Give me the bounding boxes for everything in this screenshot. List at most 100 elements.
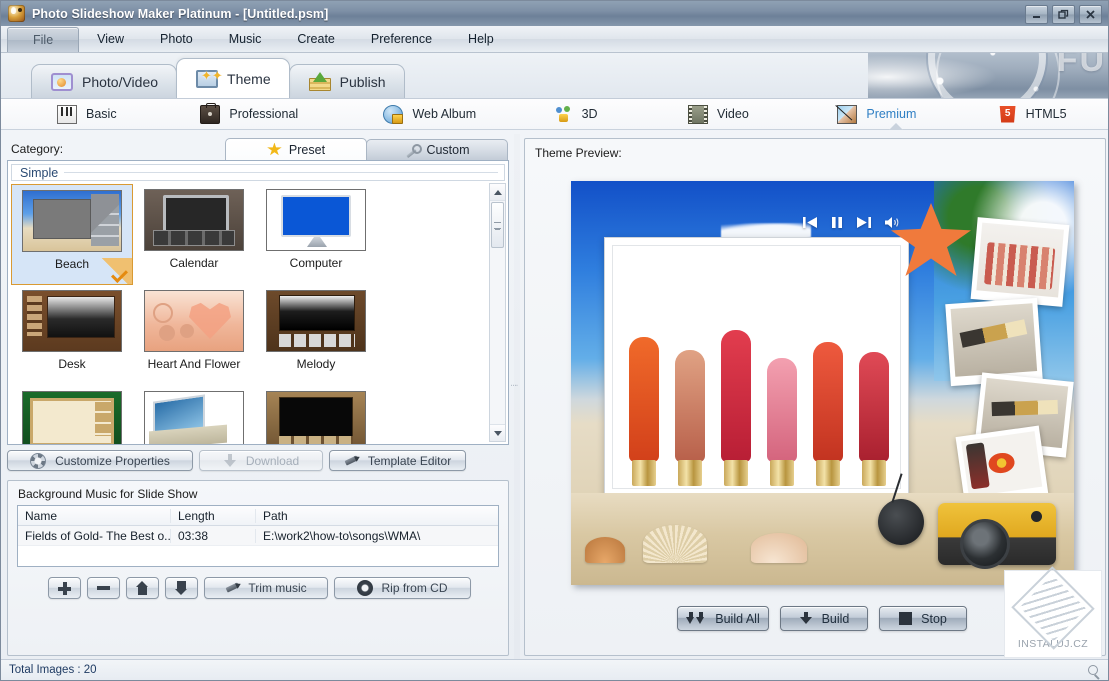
theme-thumbnail <box>266 391 366 445</box>
subtab-basic[interactable]: Basic <box>47 99 162 129</box>
chevron-up-icon <box>494 190 502 195</box>
left-panel: Category: Preset Custom Simple <box>1 134 514 660</box>
category-tab-preset[interactable]: Preset <box>225 138 367 160</box>
template-editor-label: Template Editor <box>368 454 451 468</box>
double-down-arrow-icon <box>686 612 706 626</box>
photo-video-icon <box>50 71 74 93</box>
menu-item-music[interactable]: Music <box>211 26 280 52</box>
theme-group-header[interactable]: Simple <box>11 164 505 181</box>
theme-item-heart-and-flower[interactable]: Heart And Flower <box>133 285 255 386</box>
theme-item-calendar[interactable]: Calendar <box>133 184 255 285</box>
remove-music-button[interactable] <box>87 577 120 599</box>
customize-properties-label: Customize Properties <box>55 454 170 468</box>
theme-item-desk[interactable]: Desk <box>11 285 133 386</box>
theme-thumbnail <box>22 391 122 445</box>
category-tab-custom-label: Custom <box>426 143 469 157</box>
lipstick-3 <box>721 330 751 462</box>
music-table[interactable]: Name Length Path Fields of Gold- The Bes… <box>17 505 499 567</box>
lipstick-tube <box>862 460 886 486</box>
build-all-button[interactable]: Build All <box>677 606 769 631</box>
theme-item-8[interactable] <box>133 386 255 445</box>
move-up-button[interactable] <box>126 577 159 599</box>
customize-properties-button[interactable]: Customize Properties <box>7 450 193 471</box>
scroll-down-button[interactable] <box>490 424 505 441</box>
restore-icon[interactable] <box>1052 5 1075 24</box>
zoom-icon[interactable] <box>1088 665 1100 677</box>
theme-thumbnail <box>266 189 366 251</box>
subtab-basic-label: Basic <box>86 107 117 121</box>
subtab-premium[interactable]: Premium <box>827 99 964 129</box>
theme-item-empty <box>377 184 499 285</box>
menu-item-create[interactable]: Create <box>279 26 353 52</box>
video-icon <box>688 105 708 124</box>
preview-stage[interactable]: cosmetic 009 <box>571 181 1074 585</box>
plus-icon <box>58 582 71 595</box>
menu-item-photo[interactable]: Photo <box>142 26 211 52</box>
theme-thumbnail <box>144 391 244 445</box>
music-action-buttons: Trim music Rip from CD <box>48 577 471 599</box>
trim-music-label: Trim music <box>248 581 306 595</box>
category-tab-custom[interactable]: Custom <box>366 139 508 160</box>
pencil-icon <box>225 581 240 595</box>
lens-cap-decoration <box>878 499 924 545</box>
menu-item-preference[interactable]: Preference <box>353 26 450 52</box>
volume-icon[interactable] <box>884 216 900 229</box>
tab-photo-video[interactable]: Photo/Video <box>31 64 177 98</box>
rip-from-cd-button[interactable]: Rip from CD <box>334 577 471 599</box>
theme-group-label: Simple <box>20 166 58 180</box>
minimize-icon[interactable] <box>1025 5 1048 24</box>
music-table-header: Name Length Path <box>18 506 498 526</box>
lipstick-tube <box>816 460 840 486</box>
theme-item-label: Beach <box>55 258 89 270</box>
subtab-3d[interactable]: 3D <box>545 99 654 129</box>
theme-item-label: Heart And Flower <box>148 358 241 370</box>
template-editor-button[interactable]: Template Editor <box>329 450 466 471</box>
tab-theme-label: Theme <box>227 71 271 87</box>
player-controls <box>803 216 900 229</box>
background-music-panel: Background Music for Slide Show Name Len… <box>7 480 509 656</box>
menu-item-help[interactable]: Help <box>450 26 512 52</box>
tab-photo-video-label: Photo/Video <box>82 74 158 90</box>
theme-thumbnail <box>266 290 366 352</box>
category-tab-preset-label: Preset <box>289 143 325 157</box>
table-row[interactable]: Fields of Gold- The Best o... 03:38 E:\w… <box>18 526 498 546</box>
theme-item-melody[interactable]: Melody <box>255 285 377 386</box>
tab-publish[interactable]: Publish <box>289 64 405 98</box>
subtab-video[interactable]: Video <box>678 99 805 129</box>
close-icon[interactable] <box>1079 5 1102 24</box>
scrollbar-thumb[interactable] <box>491 202 504 248</box>
download-button[interactable]: Download <box>199 450 323 471</box>
publish-icon <box>308 71 332 93</box>
scroll-up-button[interactable] <box>490 184 505 201</box>
theme-list-panel: Simple Beach Calendar Compu <box>7 160 509 445</box>
menu-item-file[interactable]: File <box>7 27 79 52</box>
subtab-professional[interactable]: Professional <box>190 99 359 129</box>
build-button[interactable]: Build <box>780 606 868 631</box>
stop-button[interactable]: Stop <box>879 606 967 631</box>
theme-item-computer[interactable]: Computer <box>255 184 377 285</box>
theme-item-beach[interactable]: Beach <box>11 184 133 285</box>
theme-thumbnail <box>144 290 244 352</box>
subtab-web-album[interactable]: Web Album <box>373 99 522 129</box>
star-icon <box>267 143 282 157</box>
subtab-html5[interactable]: HTML5 <box>989 99 1108 129</box>
stop-label: Stop <box>921 612 947 626</box>
theme-list-scrollbar[interactable] <box>489 183 506 442</box>
theme-item-7[interactable] <box>11 386 133 445</box>
previous-icon[interactable] <box>803 216 818 229</box>
add-music-button[interactable] <box>48 577 81 599</box>
trim-music-button[interactable]: Trim music <box>204 577 328 599</box>
sand-background <box>571 493 1074 585</box>
main-tab-bar: Photo/Video Theme Publish <box>31 58 404 98</box>
pause-icon[interactable] <box>831 216 843 229</box>
tab-theme[interactable]: Theme <box>176 58 290 98</box>
move-down-button[interactable] <box>165 577 198 599</box>
minus-icon <box>97 586 110 590</box>
menu-item-view[interactable]: View <box>79 26 142 52</box>
theme-item-9[interactable] <box>255 386 377 445</box>
theme-item-label: Melody <box>297 358 336 370</box>
subtab-professional-label: Professional <box>229 107 298 121</box>
theme-item-label: Desk <box>58 358 85 370</box>
theme-grid: Beach Calendar Computer Desk <box>11 184 486 442</box>
next-icon[interactable] <box>856 216 871 229</box>
